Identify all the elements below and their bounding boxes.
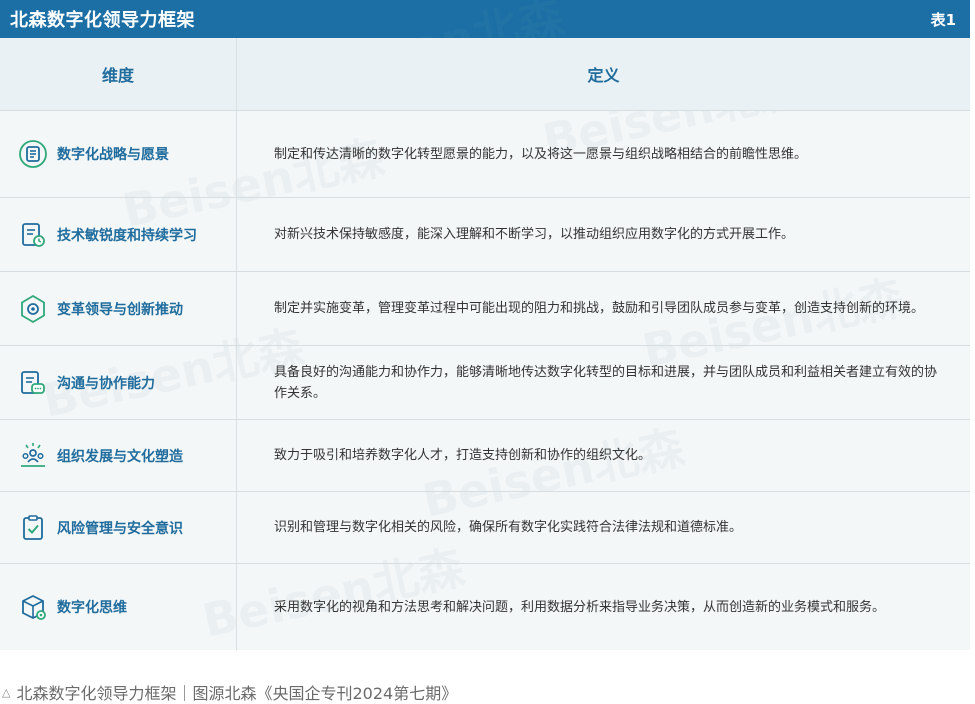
communication-icon — [17, 367, 49, 399]
table-row: 变革领导与创新推动 制定并实施变革，管理变革过程中可能出现的阻力和挑战，鼓励和引… — [0, 271, 970, 345]
definition-text: 对新兴技术保持敏感度，能深入理解和不断学习，以推动组织应用数字化的方式开展工作。 — [274, 227, 795, 242]
definition-cell: 具备良好的沟通能力和协作力，能够清晰地传达数字化转型的目标和进展，并与团队成员和… — [274, 346, 944, 419]
cube-icon — [17, 591, 49, 623]
learning-icon — [17, 219, 49, 251]
definition-text: 致力于吸引和培养数字化人才，打造支持创新和协作的组织文化。 — [274, 448, 652, 463]
dimension-label: 风险管理与安全意识 — [57, 520, 183, 537]
column-header-definition: 定义 — [587, 66, 620, 85]
table-row: 组织发展与文化塑造 致力于吸引和培养数字化人才，打造支持创新和协作的组织文化。 — [0, 419, 970, 491]
triangle-icon: △ — [2, 685, 11, 699]
dimension-label: 技术敏锐度和持续学习 — [57, 227, 197, 244]
definition-text: 具备良好的沟通能力和协作力，能够清晰地传达数字化转型的目标和进展，并与团队成员和… — [274, 364, 938, 401]
team-icon — [17, 440, 49, 472]
table-title: 北森数字化领导力框架 — [10, 10, 195, 31]
dimension-cell: 风险管理与安全意识 — [0, 492, 236, 563]
risk-icon — [17, 512, 49, 544]
dimension-label: 数字化战略与愿景 — [57, 147, 169, 163]
strategy-icon — [17, 138, 49, 170]
title-bar: 北森数字化领导力框架 表1 — [0, 0, 970, 38]
table-header-row: 维度 定义 — [0, 38, 970, 110]
table-number: 表1 — [930, 10, 956, 29]
definition-text: 制定并实施变革，管理变革过程中可能出现的阻力和挑战，鼓励和引导团队成员参与变革，… — [274, 301, 925, 316]
caption-text: 北森数字化领导力框架｜图源北森《央国企专刊2024第七期》 — [16, 684, 458, 703]
dimension-cell: 数字化战略与愿景 — [0, 111, 236, 197]
definition-text: 采用数字化的视角和方法思考和解决问题，利用数据分析来指导业务决策，从而创造新的业… — [274, 599, 886, 615]
table-row: 技术敏锐度和持续学习 对新兴技术保持敏感度，能深入理解和不断学习，以推动组织应用… — [0, 197, 970, 271]
definition-cell: 对新兴技术保持敏感度，能深入理解和不断学习，以推动组织应用数字化的方式开展工作。 — [274, 198, 944, 271]
framework-table: Beisen北森 Beisen北森 Beisen北森 Beisen北森 Beis… — [0, 0, 970, 650]
dimension-label: 数字化思维 — [57, 600, 127, 616]
dimension-label: 变革领导与创新推动 — [57, 301, 183, 318]
dimension-cell: 技术敏锐度和持续学习 — [0, 198, 236, 271]
document: 北森数字化领导力框架 表1 Beisen北森 Beisen北森 Beisen北森… — [0, 0, 975, 704]
image-caption: △ 北森数字化领导力框架｜图源北森《央国企专刊2024第七期》 — [2, 680, 457, 704]
definition-cell: 识别和管理与数字化相关的风险，确保所有数字化实践符合法律法规和道德标准。 — [274, 492, 944, 563]
definition-cell: 采用数字化的视角和方法思考和解决问题，利用数据分析来指导业务决策，从而创造新的业… — [274, 564, 944, 650]
definition-text: 识别和管理与数字化相关的风险，确保所有数字化实践符合法律法规和道德标准。 — [274, 520, 743, 535]
table-row: 数字化思维 采用数字化的视角和方法思考和解决问题，利用数据分析来指导业务决策，从… — [0, 563, 970, 650]
dimension-cell: 组织发展与文化塑造 — [0, 420, 236, 491]
table-row: 数字化战略与愿景 制定和传达清晰的数字化转型愿景的能力，以及将这一愿景与组织战略… — [0, 110, 970, 197]
dimension-label: 组织发展与文化塑造 — [57, 448, 183, 465]
change-icon — [17, 293, 49, 325]
dimension-label: 沟通与协作能力 — [57, 375, 155, 392]
definition-cell: 制定并实施变革，管理变革过程中可能出现的阻力和挑战，鼓励和引导团队成员参与变革，… — [274, 272, 944, 345]
definition-cell: 致力于吸引和培养数字化人才，打造支持创新和协作的组织文化。 — [274, 420, 944, 491]
dimension-cell: 变革领导与创新推动 — [0, 272, 236, 345]
dimension-cell: 数字化思维 — [0, 564, 236, 650]
table-row: 风险管理与安全意识 识别和管理与数字化相关的风险，确保所有数字化实践符合法律法规… — [0, 491, 970, 563]
definition-text: 制定和传达清晰的数字化转型愿景的能力，以及将这一愿景与组织战略相结合的前瞻性思维… — [274, 146, 808, 162]
column-header-dimension: 维度 — [101, 66, 134, 85]
table-row: 沟通与协作能力 具备良好的沟通能力和协作力，能够清晰地传达数字化转型的目标和进展… — [0, 345, 970, 419]
dimension-cell: 沟通与协作能力 — [0, 346, 236, 419]
definition-cell: 制定和传达清晰的数字化转型愿景的能力，以及将这一愿景与组织战略相结合的前瞻性思维… — [274, 111, 944, 197]
